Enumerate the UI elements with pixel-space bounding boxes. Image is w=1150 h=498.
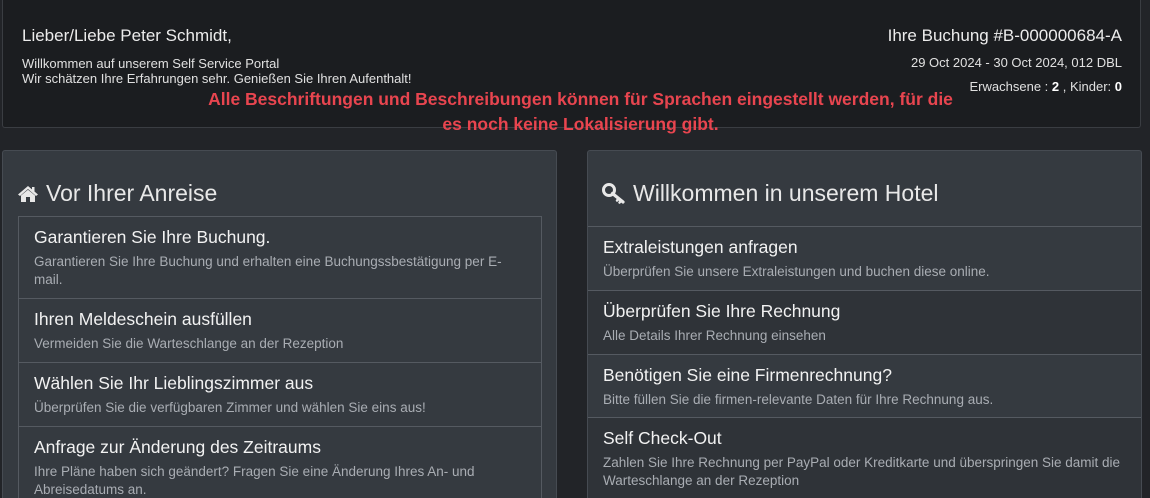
booking-dates: 29 Oct 2024 - 30 Oct 2024, 012 DBL bbox=[910, 55, 1122, 70]
welcome-header: Lieber/Liebe Peter Schmidt, Willkommen a… bbox=[2, 0, 1141, 134]
list-item-self-checkout[interactable]: Self Check-Out Zahlen Sie Ihre Rechnung … bbox=[588, 418, 1141, 498]
item-title: Ihren Meldeschein ausfüllen bbox=[34, 309, 252, 329]
item-description: Vermeiden Sie die Warteschlange an der R… bbox=[34, 336, 344, 351]
item-title: Self Check-Out bbox=[603, 428, 722, 448]
adults-label: Erwachsene : bbox=[969, 79, 1052, 94]
list-item-registration-form[interactable]: Ihren Meldeschein ausfüllen Vermeiden Si… bbox=[19, 299, 541, 363]
before-arrival-list: Garantieren Sie Ihre Buchung. Garantiere… bbox=[18, 216, 542, 498]
item-title: Garantieren Sie Ihre Buchung. bbox=[34, 227, 271, 247]
children-label: , Kinder: bbox=[1059, 79, 1115, 94]
list-item-extra-services[interactable]: Extraleistungen anfragen Überprüfen Sie … bbox=[588, 227, 1141, 291]
list-item-guarantee-booking[interactable]: Garantieren Sie Ihre Buchung. Garantiere… bbox=[19, 217, 541, 299]
booking-guests: Erwachsene : 2 , Kinder: 0 bbox=[888, 79, 1122, 94]
welcome-hotel-panel: Willkommen in unserem Hotel Extraleistun… bbox=[587, 150, 1142, 498]
booking-number: Ihre Buchung #B-000000684-A bbox=[887, 26, 1122, 45]
localization-notice: Alle Beschriftungen und Beschreibungen k… bbox=[208, 89, 953, 134]
item-title: Benötigen Sie eine Firmenrechnung? bbox=[603, 365, 892, 385]
list-item-check-invoice[interactable]: Überprüfen Sie Ihre Rechnung Alle Detail… bbox=[588, 291, 1141, 355]
key-icon bbox=[602, 182, 625, 204]
item-description: Überprüfen Sie unsere Extraleistungen un… bbox=[603, 264, 990, 279]
greeting-text: Lieber/Liebe Peter Schmidt, bbox=[22, 26, 232, 45]
item-title: Wählen Sie Ihr Lieblingszimmer aus bbox=[34, 373, 314, 393]
list-item-change-dates[interactable]: Anfrage zur Änderung des Zeitraums Ihre … bbox=[19, 427, 541, 498]
panel-title: Willkommen in unserem Hotel bbox=[602, 180, 938, 207]
item-description: Zahlen Sie Ihre Rechnung per PayPal oder… bbox=[603, 455, 1121, 488]
list-item-company-invoice[interactable]: Benötigen Sie eine Firmenrechnung? Bitte… bbox=[588, 355, 1141, 418]
list-item-choose-room[interactable]: Wählen Sie Ihr Lieblingszimmer aus Überp… bbox=[19, 363, 541, 427]
before-arrival-panel: Vor Ihrer Anreise Garantieren Sie Ihre B… bbox=[2, 150, 557, 498]
item-description: Überprüfen Sie die verfügbaren Zimmer un… bbox=[34, 400, 426, 415]
item-description: Garantieren Sie Ihre Buchung und erhalte… bbox=[34, 254, 502, 287]
welcome-line-2: Wir schätzen Ihre Erfahrungen sehr. Geni… bbox=[22, 71, 412, 86]
item-title: Extraleistungen anfragen bbox=[603, 237, 798, 257]
children-count: 0 bbox=[1114, 79, 1122, 94]
item-title: Anfrage zur Änderung des Zeitraums bbox=[34, 437, 321, 457]
booking-summary: Ihre Buchung #B-000000684-A 29 Oct 2024 … bbox=[888, 26, 1122, 94]
item-description: Bitte füllen Sie die firmen-relevante Da… bbox=[603, 392, 994, 407]
welcome-message: Willkommen auf unserem Self Service Port… bbox=[22, 56, 412, 86]
panel-title: Vor Ihrer Anreise bbox=[17, 180, 217, 207]
home-icon bbox=[18, 185, 38, 202]
item-title: Überprüfen Sie Ihre Rechnung bbox=[603, 301, 841, 321]
welcome-line-1: Willkommen auf unserem Self Service Port… bbox=[22, 56, 280, 71]
hotel-services-list: Extraleistungen anfragen Überprüfen Sie … bbox=[588, 226, 1141, 498]
panel-title-text: Willkommen in unserem Hotel bbox=[633, 180, 939, 206]
item-description: Alle Details Ihrer Rechnung einsehen bbox=[603, 328, 826, 343]
item-description: Ihre Pläne haben sich geändert? Fragen S… bbox=[34, 464, 475, 497]
panel-title-text: Vor Ihrer Anreise bbox=[46, 180, 218, 206]
